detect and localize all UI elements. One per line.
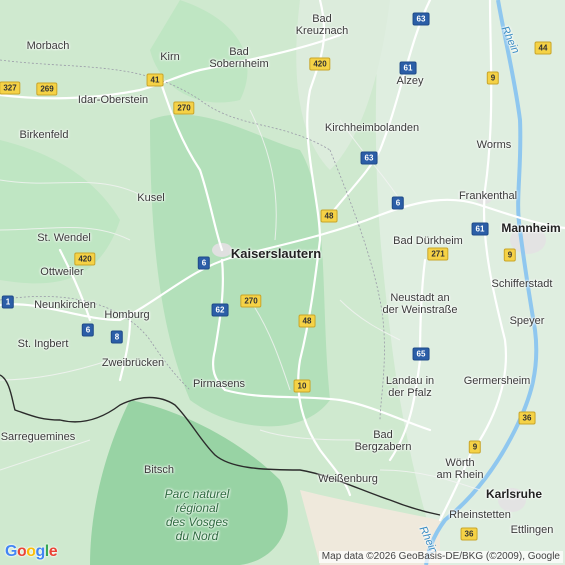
city-label[interactable]: Morbach xyxy=(27,40,70,52)
city-label[interactable]: Homburg xyxy=(104,309,149,321)
highway-shield: 9 xyxy=(468,440,482,454)
city-label[interactable]: Zweibrücken xyxy=(102,357,164,369)
highway-shield: 420 xyxy=(74,252,96,266)
city-label[interactable]: Pirmasens xyxy=(193,378,245,390)
highway-shield: 9 xyxy=(486,71,500,85)
map-attribution[interactable]: Map data ©2026 GeoBasis-DE/BKG (©2009), … xyxy=(318,551,563,563)
park-label: Parc naturel régional des Vosges du Nord xyxy=(164,487,230,543)
city-label[interactable]: Landau in der Pfalz xyxy=(386,375,434,399)
highway-shield: 269 xyxy=(36,82,58,96)
city-label[interactable]: Germersheim xyxy=(464,375,531,387)
google-logo: Google xyxy=(5,543,58,561)
city-label[interactable]: Kusel xyxy=(137,192,165,204)
autobahn-shield: 62 xyxy=(211,303,229,317)
city-label[interactable]: Rheinstetten xyxy=(449,509,511,521)
autobahn-shield: 61 xyxy=(471,222,489,236)
autobahn-shield: 6 xyxy=(197,256,211,270)
highway-shield: 327 xyxy=(0,81,21,95)
highway-shield: 10 xyxy=(293,379,311,393)
city-label[interactable]: Birkenfeld xyxy=(20,129,69,141)
highway-shield: 270 xyxy=(173,101,195,115)
city-label[interactable]: Kaiserslautern xyxy=(231,247,321,260)
highway-shield: 36 xyxy=(518,411,536,425)
forest-area xyxy=(0,140,120,284)
city-label[interactable]: Bad Dürkheim xyxy=(393,235,463,247)
autobahn-shield: 8 xyxy=(110,330,124,344)
autobahn-shield: 1 xyxy=(1,295,15,309)
city-label[interactable]: Worms xyxy=(477,139,512,151)
city-label[interactable]: Weißenburg xyxy=(318,473,378,485)
city-label[interactable]: Karlsruhe xyxy=(486,488,542,500)
city-label[interactable]: Kirchheimbolanden xyxy=(325,122,419,134)
highway-shield: 41 xyxy=(146,73,164,87)
highway-shield: 48 xyxy=(298,314,316,328)
city-label[interactable]: Wörth am Rhein xyxy=(436,457,483,481)
city-label[interactable]: Ottweiler xyxy=(40,266,83,278)
city-label[interactable]: St. Ingbert xyxy=(18,338,69,350)
city-label[interactable]: Sarreguemines xyxy=(1,431,76,443)
city-label[interactable]: Kirn xyxy=(160,51,180,63)
highway-shield: 271 xyxy=(427,247,449,261)
highway-shield: 9 xyxy=(503,248,517,262)
city-label[interactable]: Bad Kreuznach xyxy=(296,13,349,37)
city-label[interactable]: Frankenthal xyxy=(459,190,517,202)
city-label[interactable]: Alzey xyxy=(397,75,424,87)
city-label[interactable]: Bad Bergzabern xyxy=(355,429,412,453)
city-label[interactable]: Bad Sobernheim xyxy=(209,46,268,70)
city-label[interactable]: Neunkirchen xyxy=(34,299,96,311)
map-view[interactable]: Morbach Kirn Bad Sobernheim Bad Kreuznach Alze… xyxy=(0,0,565,565)
city-label[interactable]: Idar-Oberstein xyxy=(78,94,148,106)
autobahn-shield: 6 xyxy=(391,196,405,210)
autobahn-shield: 61 xyxy=(399,61,417,75)
city-label[interactable]: Speyer xyxy=(510,315,545,327)
city-label[interactable]: St. Wendel xyxy=(37,232,91,244)
highway-shield: 420 xyxy=(309,57,331,71)
city-label[interactable]: Schifferstadt xyxy=(492,278,553,290)
highway-shield: 270 xyxy=(240,294,262,308)
city-label[interactable]: Bitsch xyxy=(144,464,174,476)
highway-shield: 48 xyxy=(320,209,338,223)
city-label[interactable]: Neustadt an der Weinstraße xyxy=(383,292,458,316)
logo-text: Google xyxy=(5,543,58,560)
autobahn-shield: 63 xyxy=(360,151,378,165)
autobahn-shield: 65 xyxy=(412,347,430,361)
city-label[interactable]: Ettlingen xyxy=(511,524,554,536)
city-label[interactable]: Mannheim xyxy=(501,222,560,234)
highway-shield: 44 xyxy=(534,41,552,55)
autobahn-shield: 6 xyxy=(81,323,95,337)
highway-shield: 36 xyxy=(460,527,478,541)
autobahn-shield: 63 xyxy=(412,12,430,26)
